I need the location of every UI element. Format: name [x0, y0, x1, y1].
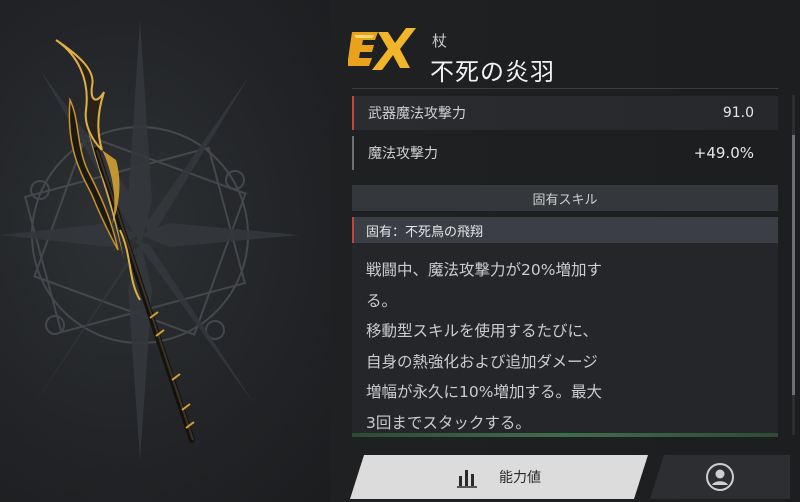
weapon-preview [0, 0, 340, 502]
stat-value: 91.0 [722, 105, 754, 121]
details-scrollbar[interactable] [792, 95, 795, 435]
tab-stats-label: 能力値 [499, 470, 541, 486]
stat-value: +49.0% [693, 144, 754, 162]
staff-artwork [55, 39, 195, 443]
ex-rarity-badge [348, 28, 416, 70]
description-bottom-accent [352, 433, 778, 437]
tab-profile[interactable] [650, 455, 790, 499]
header-divider [352, 88, 778, 89]
stat-label: 武器魔法攻撃力 [368, 106, 466, 122]
bar-chart-icon [457, 466, 479, 488]
stat-row-weapon-magic-attack: 武器魔法攻撃力 91.0 [352, 96, 778, 130]
skill-section-title: 固有スキル [352, 185, 778, 211]
weapon-name: 不死の炎羽 [430, 58, 555, 86]
skill-description-line: 移動型スキルを使用するたびに、 [366, 322, 599, 340]
skill-description-line: 増幅が永久に10%増加する。最大 [366, 383, 602, 401]
tab-stats[interactable]: 能力値 [350, 455, 648, 499]
skill-description-line: 自身の熱強化および追加ダメージ [366, 352, 598, 371]
skill-description-line: る。 [366, 291, 398, 310]
stat-label: 魔法攻撃力 [368, 146, 438, 162]
weapon-type-label: 杖 [432, 32, 448, 50]
scrollbar-thumb[interactable] [792, 135, 795, 395]
skill-description: 戦闘中、魔法攻撃力が20%増加す る。 移動型スキルを使用するたびに、 自身の熱… [352, 243, 778, 433]
skill-name: 固有：不死鳥の飛翔 [352, 217, 778, 243]
skill-description-line: 戦闘中、魔法攻撃力が20%増加す [366, 261, 602, 279]
stat-row-magic-attack: 魔法攻撃力 +49.0% [352, 136, 778, 170]
person-circle-icon [706, 463, 734, 491]
